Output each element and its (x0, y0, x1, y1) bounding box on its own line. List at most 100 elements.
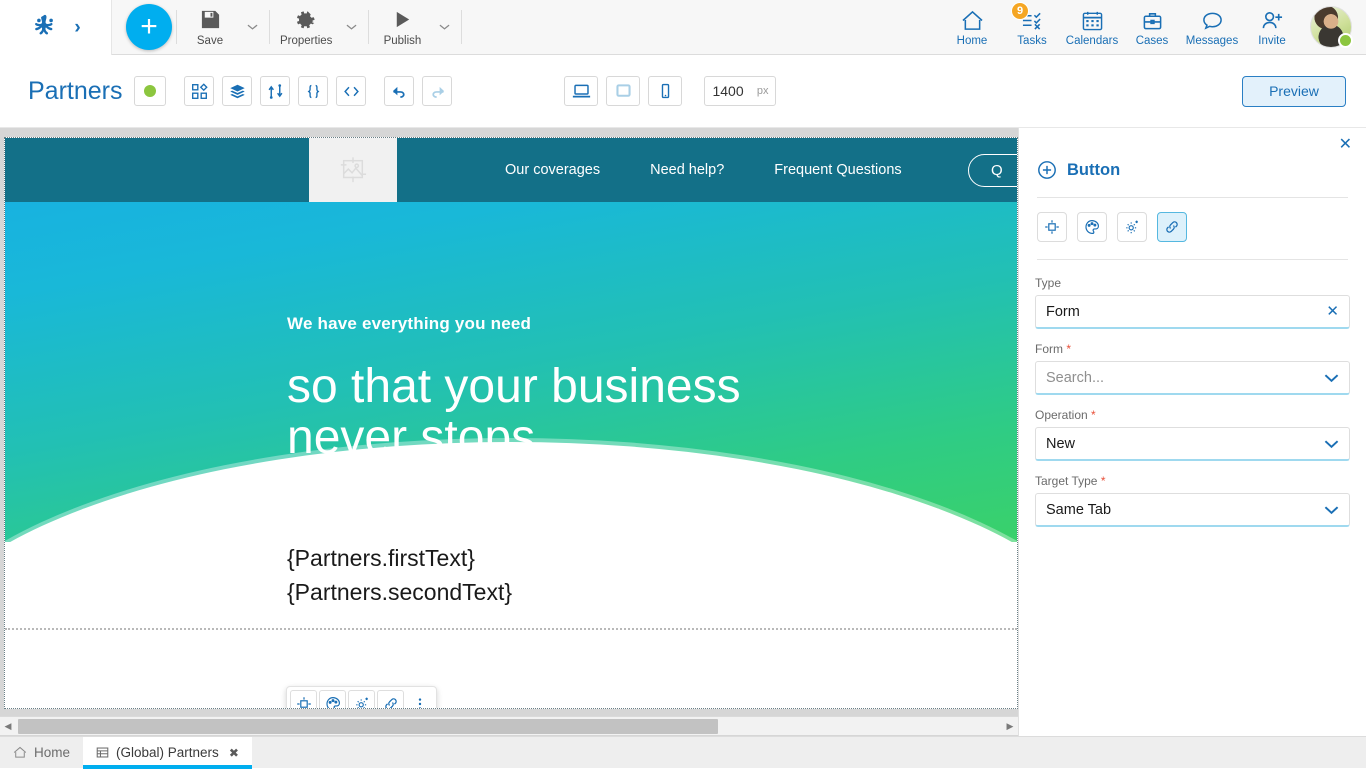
hero-content: We have everything you need so that your… (5, 202, 1017, 464)
element-context-toolbar[interactable] (286, 686, 437, 709)
publish-button[interactable]: Publish (373, 2, 431, 52)
canvas-width-unit: px (757, 85, 769, 97)
field-label-operation-text: Operation (1035, 408, 1088, 422)
nav-item-calendars[interactable]: Calendars (1062, 1, 1122, 53)
redo-icon[interactable] (422, 76, 452, 106)
add-button[interactable]: + (126, 4, 172, 50)
field-value-target-type: Same Tab (1046, 502, 1324, 518)
hero-section[interactable]: We have everything you need so that your… (5, 202, 1017, 542)
nav-label-calendars: Calendars (1066, 35, 1118, 47)
site-nav-link-faq[interactable]: Frequent Questions (774, 162, 901, 178)
nav-label-home: Home (957, 35, 988, 47)
chevron-down-icon[interactable] (1324, 439, 1339, 449)
nav-item-cases[interactable]: Cases (1122, 1, 1182, 53)
canvas-width-input[interactable]: 1400 px (704, 76, 776, 106)
doc-tab-home[interactable]: Home (0, 737, 83, 768)
clear-icon[interactable]: ✕ (1326, 304, 1339, 319)
required-marker: * (1088, 408, 1096, 422)
home-icon (961, 7, 984, 31)
desktop-icon[interactable] (564, 76, 598, 106)
tab-settings[interactable] (1117, 212, 1147, 242)
doc-tab-label-partners: (Global) Partners (116, 745, 219, 760)
publish-dropdown-caret[interactable] (431, 2, 457, 52)
layers-icon[interactable] (222, 76, 252, 106)
nav-item-messages[interactable]: Messages (1182, 1, 1242, 53)
move-resize-icon[interactable] (290, 690, 317, 709)
preview-label: Preview (1269, 83, 1319, 99)
field-label-target-type-text: Target Type (1035, 474, 1097, 488)
settings-sparkle-icon[interactable] (348, 690, 375, 709)
scroll-right-arrow-icon[interactable]: ▶ (1002, 718, 1018, 735)
close-icon[interactable]: ✖ (229, 746, 239, 760)
undo-icon[interactable] (384, 76, 414, 106)
field-label-operation: Operation * (1035, 408, 1350, 422)
tablet-icon[interactable] (606, 76, 640, 106)
panel-tab-group (1019, 198, 1366, 242)
toolbar-divider (461, 10, 462, 44)
image-placeholder-icon[interactable] (309, 138, 397, 202)
nav-label-messages: Messages (1186, 35, 1238, 47)
chevron-right-icon[interactable]: › (74, 18, 80, 37)
site-cta-label: Q (991, 162, 1003, 179)
more-vertical-icon[interactable] (406, 690, 433, 709)
tab-layout[interactable] (1037, 212, 1067, 242)
preview-button[interactable]: Preview (1242, 76, 1346, 107)
nav-label-tasks: Tasks (1017, 35, 1046, 47)
link-icon[interactable] (377, 690, 404, 709)
nav-item-home[interactable]: Home (942, 1, 1002, 53)
scrollbar-track[interactable] (16, 718, 1002, 735)
site-nav-link-coverages[interactable]: Our coverages (505, 162, 600, 178)
data-flow-icon[interactable] (260, 76, 290, 106)
design-canvas[interactable]: Our coverages Need help? Frequent Questi… (0, 128, 1018, 736)
body-variable-second[interactable]: {Partners.secondText} (287, 576, 1017, 610)
site-nav-link-help[interactable]: Need help? (650, 162, 724, 178)
canvas-page[interactable]: Our coverages Need help? Frequent Questi… (4, 137, 1018, 709)
nav-item-tasks[interactable]: 9 Tasks (1002, 1, 1062, 53)
field-input-form[interactable]: Search... (1035, 361, 1350, 395)
hero-kicker: We have everything you need (287, 314, 1017, 334)
panel-title: Button (1067, 161, 1120, 180)
avatar[interactable] (1310, 6, 1352, 48)
field-label-target-type: Target Type * (1035, 474, 1350, 488)
site-header[interactable]: Our coverages Need help? Frequent Questi… (5, 138, 1017, 202)
properties-button[interactable]: Properties (274, 2, 338, 52)
field-value-operation: New (1046, 436, 1324, 452)
nav-label-cases: Cases (1136, 35, 1169, 47)
save-dropdown-caret[interactable] (239, 2, 265, 52)
close-icon[interactable]: ✕ (1339, 137, 1352, 153)
properties-dropdown-caret[interactable] (338, 2, 364, 52)
top-nav-group: Home 9 Tasks (942, 1, 1366, 53)
nav-label-invite: Invite (1258, 35, 1286, 47)
code-tags-icon[interactable] (336, 76, 366, 106)
body-variable-first[interactable]: {Partners.firstText} (287, 542, 1017, 576)
plus-glyph: + (140, 12, 158, 42)
field-input-operation[interactable]: New (1035, 427, 1350, 461)
chevron-down-icon[interactable] (1324, 373, 1339, 383)
chevron-down-icon[interactable] (1324, 505, 1339, 515)
components-grid-icon[interactable] (184, 76, 214, 106)
properties-label: Properties (280, 35, 332, 47)
scrollbar-thumb[interactable] (18, 719, 718, 734)
palette-icon[interactable] (319, 690, 346, 709)
save-button[interactable]: Save (181, 2, 239, 52)
tab-style[interactable] (1077, 212, 1107, 242)
field-form: Form * Search... (1035, 342, 1350, 395)
mobile-icon[interactable] (648, 76, 682, 106)
canvas-horizontal-scrollbar[interactable]: ◀ ▶ (0, 716, 1018, 735)
nav-item-invite[interactable]: Invite (1242, 1, 1302, 53)
frog-logo-icon[interactable] (30, 12, 60, 42)
play-triangle-icon (392, 8, 413, 32)
scroll-left-arrow-icon[interactable]: ◀ (0, 718, 16, 735)
field-input-type[interactable]: Form ✕ (1035, 295, 1350, 329)
doc-tab-partners[interactable]: (Global) Partners ✖ (83, 737, 252, 768)
curly-braces-icon[interactable] (298, 76, 328, 106)
site-cta-button[interactable]: Q (968, 154, 1018, 187)
tab-link[interactable] (1157, 212, 1187, 242)
required-marker: * (1097, 474, 1105, 488)
site-body: {Partners.firstText} {Partners.secondTex… (5, 542, 1017, 709)
plus-circle-icon[interactable] (1037, 160, 1057, 180)
presence-online-indicator (1338, 33, 1353, 48)
brand-zone: › (0, 0, 112, 55)
device-preview-group: 1400 px (564, 76, 776, 106)
field-input-target-type[interactable]: Same Tab (1035, 493, 1350, 527)
